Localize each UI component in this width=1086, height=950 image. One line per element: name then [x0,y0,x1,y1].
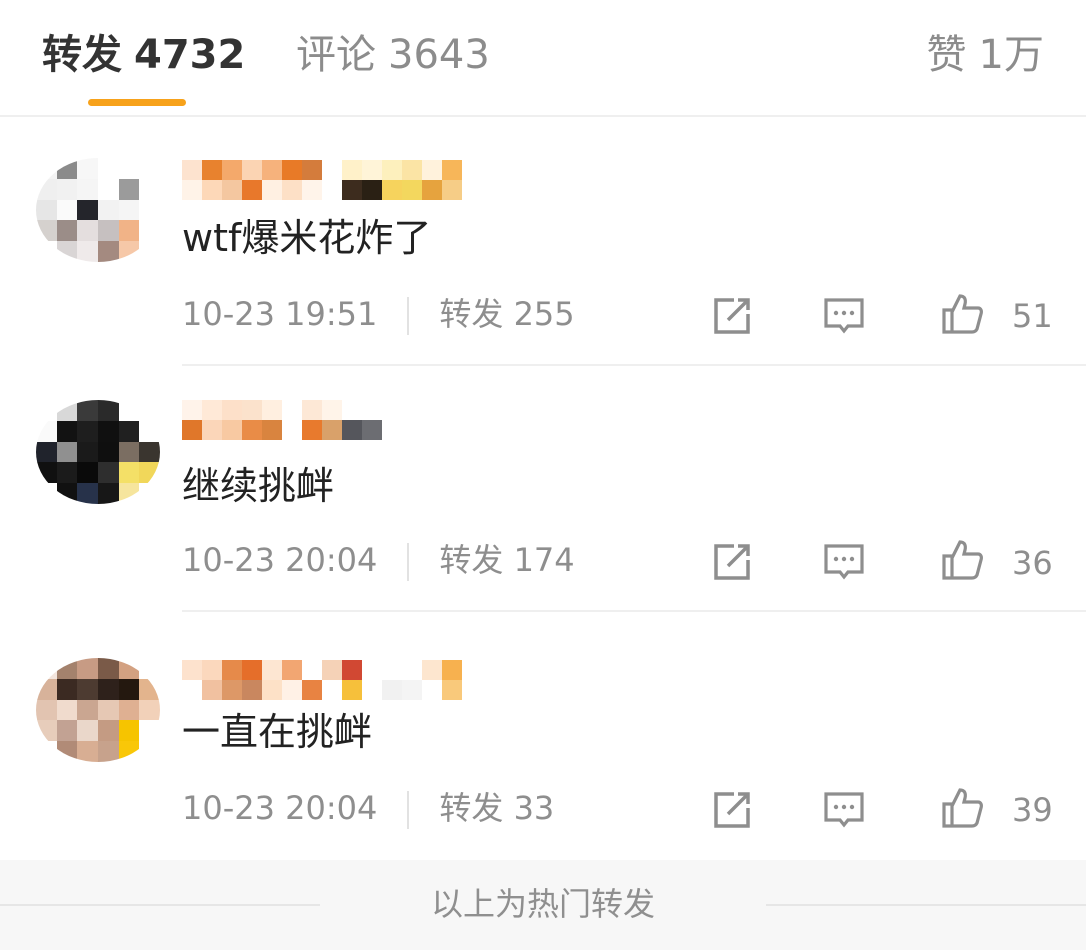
repost-count: 33 [513,789,555,827]
active-tab-indicator [88,99,186,106]
repost-time: 10-23 20:04 [182,541,378,579]
tab-comment[interactable]: 评论 3643 [296,30,490,80]
repost-meta: 10-23 20:04 转发 33 [182,788,554,829]
repost-label: 转发 [439,789,504,827]
repost-time: 10-23 20:04 [182,789,378,827]
repost-count: 174 [513,541,575,579]
repost-label: 转发 [439,295,504,333]
username-pixelated[interactable] [182,160,462,202]
meta-divider [407,791,410,829]
repost-count: 255 [513,295,575,333]
thumbs-up-icon[interactable] [940,292,984,336]
tab-comment-label: 评论 [296,32,376,78]
meta-divider [407,297,410,335]
repost-meta: 10-23 20:04 转发 174 [182,540,575,581]
username-pixelated[interactable] [182,400,382,442]
hot-reposts-footer: 以上为热门转发 [0,860,1086,950]
comment-icon[interactable] [822,294,866,338]
tab-repost[interactable]: 转发 4732 [42,30,245,80]
tab-like[interactable]: 赞 1万 [927,30,1044,80]
tab-divider [0,115,1086,117]
tab-comment-count: 3643 [388,32,490,78]
meta-divider [407,543,410,581]
tab-like-count: 1万 [978,32,1044,78]
repost-text: 一直在挑衅 [182,710,373,754]
username-pixelated[interactable] [182,660,462,702]
repost-meta: 10-23 19:51 转发 255 [182,294,575,335]
like-count: 39 [1012,791,1053,829]
like-count: 36 [1012,544,1053,582]
avatar[interactable] [36,158,160,262]
tab-repost-count: 4732 [134,32,246,78]
row-divider [182,610,1086,612]
thumbs-up-icon[interactable] [940,786,984,830]
tab-like-label: 赞 [926,32,967,78]
share-icon[interactable] [710,294,754,338]
repost-text: 继续挑衅 [182,464,335,508]
like-count: 51 [1012,297,1053,335]
footer-text: 以上为热门转发 [430,885,655,923]
row-divider [182,364,1086,366]
avatar[interactable] [36,400,160,504]
repost-text: wtf爆米花炸了 [182,216,432,260]
share-icon[interactable] [710,540,754,584]
comment-icon[interactable] [822,788,866,832]
comment-icon[interactable] [822,540,866,584]
thumbs-up-icon[interactable] [940,538,984,582]
tab-repost-label: 转发 [42,32,122,78]
repost-label: 转发 [439,541,504,579]
tab-bar: 转发 4732 评论 3643 赞 1万 [0,0,1086,115]
share-icon[interactable] [710,788,754,832]
avatar[interactable] [36,658,160,762]
repost-time: 10-23 19:51 [182,295,378,333]
